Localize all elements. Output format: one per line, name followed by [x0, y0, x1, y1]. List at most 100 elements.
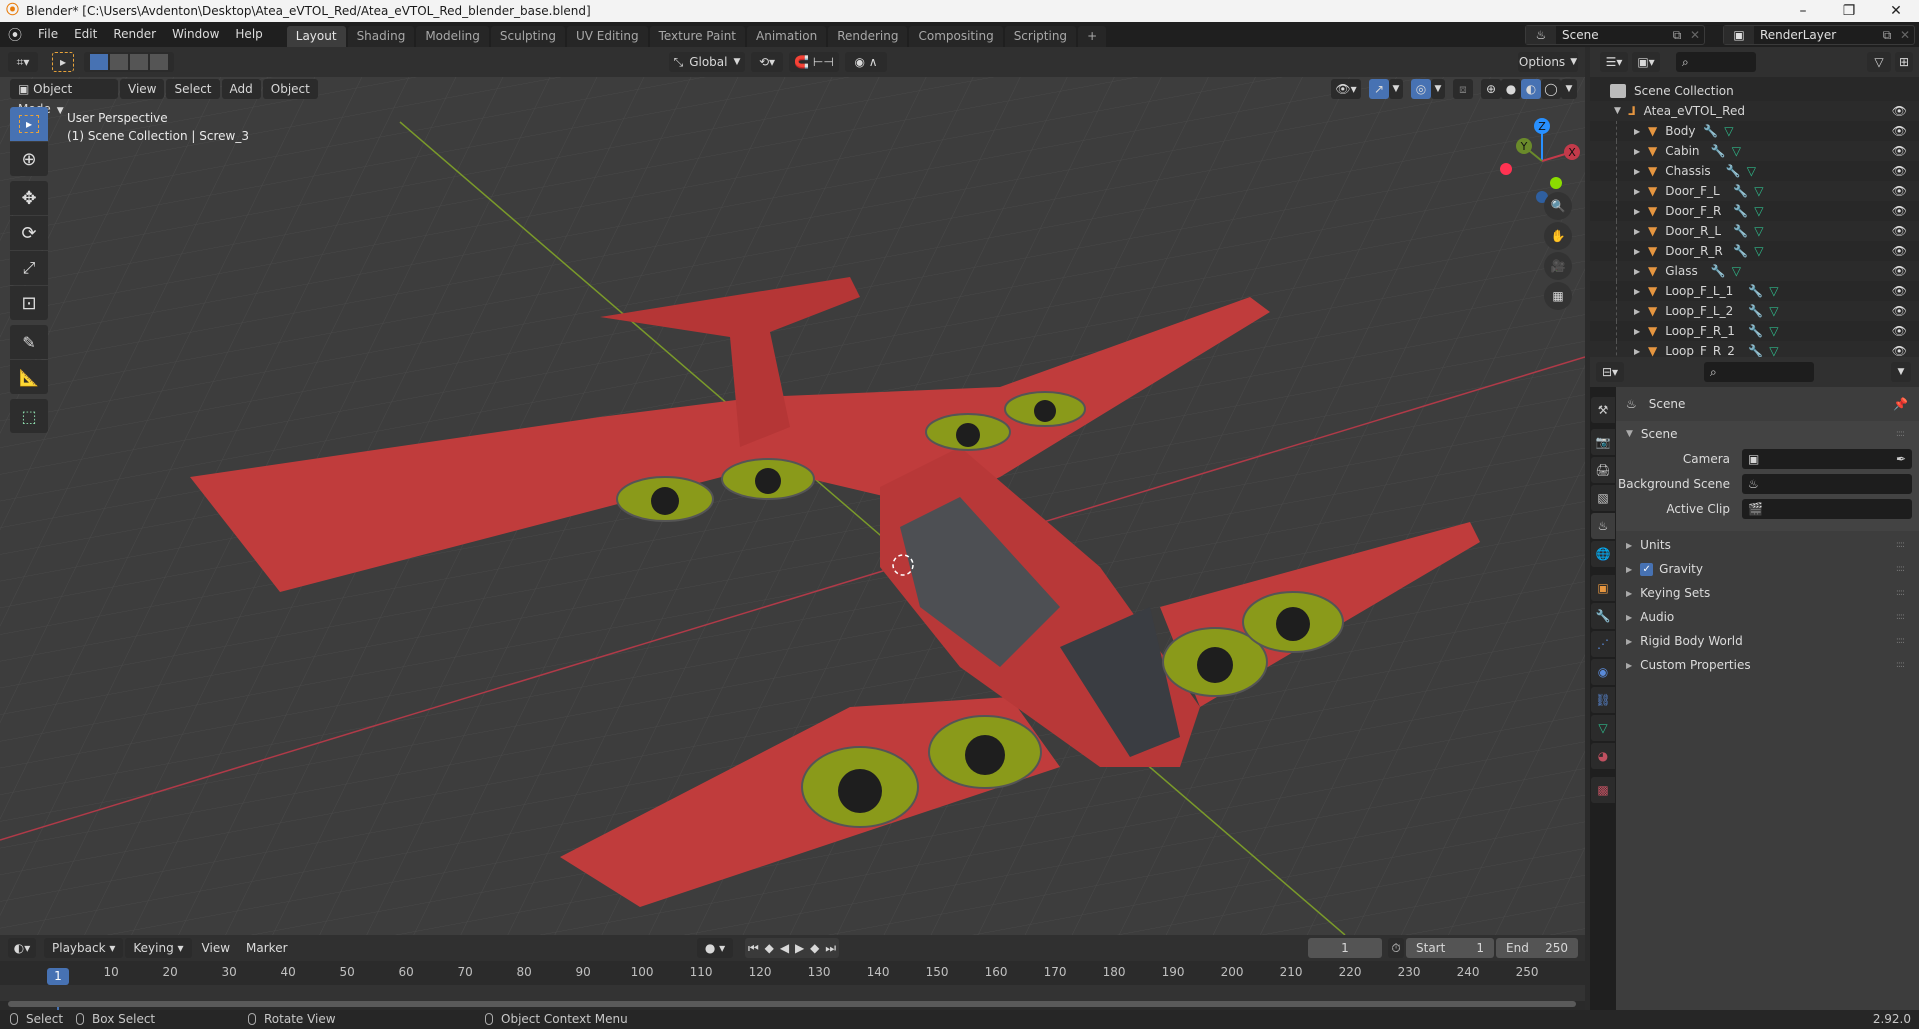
visibility-eye-icon[interactable]: 👁 — [1892, 184, 1907, 198]
copy-view-layer-icon[interactable]: ⧉ — [1878, 28, 1896, 43]
outliner-item[interactable]: ▶ ▼ Loop_F_L_1 🔧 ▽ 👁 — [1590, 281, 1919, 301]
select-extend-icon[interactable] — [110, 54, 128, 70]
outliner-item[interactable]: ▶ ▼ Door_R_L 🔧 ▽ 👁 — [1590, 221, 1919, 241]
visibility-eye-icon[interactable]: 👁 — [1892, 124, 1907, 138]
tool-transform[interactable]: ⊡ — [10, 286, 48, 320]
menu-file[interactable]: File — [30, 22, 66, 47]
expand-triangle-icon[interactable]: ▶ — [1634, 267, 1648, 276]
selection-mode-group[interactable] — [84, 52, 174, 72]
display-mode-dropdown[interactable]: ▣▾ — [1632, 52, 1660, 72]
select-tool-icon[interactable]: ▸ — [52, 52, 74, 72]
editor-type-button[interactable]: ⌗▾ — [8, 52, 38, 72]
tab-rendering[interactable]: Rendering — [828, 26, 908, 47]
modifier-wrench-icon[interactable]: 🔧 — [1748, 284, 1763, 298]
options-dropdown[interactable]: Options ▼ — [1518, 52, 1578, 72]
outliner-item[interactable]: ▶ ▼ Glass 🔧 ▽ 👁 — [1590, 261, 1919, 281]
tab-particles[interactable]: ⋰ — [1591, 631, 1615, 657]
visibility-eye-icon[interactable]: 👁 — [1892, 324, 1907, 338]
menu-select[interactable]: Select — [166, 79, 220, 99]
modifier-wrench-icon[interactable]: 🔧 — [1733, 244, 1748, 258]
menu-help[interactable]: Help — [227, 22, 270, 47]
visibility-eye-icon[interactable]: 👁 — [1892, 344, 1907, 358]
menu-edit[interactable]: Edit — [66, 22, 105, 47]
outliner-item[interactable]: ▶ ▼ Loop_F_L_2 🔧 ▽ 👁 — [1590, 301, 1919, 321]
outliner-item[interactable]: ▶ ▼ Door_F_R 🔧 ▽ 👁 — [1590, 201, 1919, 221]
mesh-data-icon[interactable]: ▽ — [1754, 204, 1763, 218]
drag-grip-icon[interactable]: :::: — [1896, 636, 1905, 646]
modifier-wrench-icon[interactable]: 🔧 — [1703, 124, 1718, 138]
properties-options-dropdown[interactable]: ▼ — [1891, 362, 1911, 382]
transform-orientation-dropdown[interactable]: ⤡ Global ▼ — [669, 52, 745, 72]
field-active-clip[interactable]: 🎬 — [1742, 499, 1912, 519]
pin-icon[interactable]: 📌 — [1893, 397, 1908, 411]
tab-shading[interactable]: Shading — [347, 26, 415, 47]
object-mode-dropdown[interactable]: ▣ Object Mode▼ — [10, 79, 118, 116]
mesh-data-icon[interactable]: ▽ — [1769, 324, 1778, 338]
modifier-wrench-icon[interactable]: 🔧 — [1733, 224, 1748, 238]
menu-add[interactable]: Add — [221, 79, 261, 99]
scene-panel-header[interactable]: ▼ Scene :::: — [1626, 423, 1912, 445]
field-camera[interactable]: ▣ ✒ — [1742, 449, 1912, 469]
tab-texture-paint[interactable]: Texture Paint — [649, 26, 745, 47]
visibility-eye-icon[interactable]: 👁 — [1892, 304, 1907, 318]
mesh-data-icon[interactable]: ▽ — [1732, 264, 1741, 278]
overlay-toggle[interactable]: ◎ — [1411, 79, 1431, 99]
mesh-data-icon[interactable]: ▽ — [1732, 144, 1741, 158]
pivot-point-dropdown[interactable]: ⟲▾ — [751, 52, 783, 72]
expand-triangle-icon[interactable]: ▶ — [1634, 167, 1648, 176]
drag-grip-icon[interactable]: :::: — [1896, 660, 1905, 670]
visibility-eye-icon[interactable]: 👁 — [1892, 104, 1907, 118]
gizmo-dropdown[interactable]: ▼ — [1389, 79, 1403, 99]
add-workspace-button[interactable]: + — [1078, 26, 1107, 47]
scene-selector[interactable]: ♨ Scene ⧉ ✕ — [1525, 25, 1705, 45]
visibility-eye-icon[interactable]: 👁 — [1892, 164, 1907, 178]
neg-x-axis-handle[interactable] — [1500, 163, 1512, 175]
overlay-dropdown[interactable]: ▼ — [1431, 79, 1445, 99]
tab-material[interactable]: ◕ — [1591, 743, 1615, 769]
pan-view-button[interactable]: ✋ — [1544, 222, 1572, 250]
tab-sculpting[interactable]: Sculpting — [490, 26, 565, 47]
solid-shading-button[interactable]: ● — [1501, 79, 1521, 99]
current-frame-field[interactable]: 1 — [1308, 938, 1382, 958]
properties-search[interactable]: ⌕ — [1704, 362, 1814, 382]
blender-menu-icon[interactable]: ⦿ — [0, 25, 30, 45]
tool-add-cube[interactable]: ⬚ — [10, 399, 48, 433]
drag-grip-icon[interactable]: :::: — [1896, 429, 1905, 439]
expand-triangle-icon[interactable]: ▶ — [1634, 307, 1648, 316]
rendered-shading-button[interactable]: ◯ — [1541, 79, 1561, 99]
tool-select-box[interactable]: ▸ — [10, 107, 48, 141]
camera-view-button[interactable]: 🎥 — [1544, 252, 1572, 280]
menu-keying[interactable]: Keying ▾ — [125, 938, 192, 958]
drag-grip-icon[interactable]: :::: — [1896, 612, 1905, 622]
mesh-data-icon[interactable]: ▽ — [1754, 224, 1763, 238]
select-invert-icon[interactable] — [150, 54, 168, 70]
menu-view[interactable]: View — [194, 936, 238, 961]
expand-triangle-icon[interactable]: ▶ — [1634, 287, 1648, 296]
mesh-data-icon[interactable]: ▽ — [1769, 284, 1778, 298]
mesh-data-icon[interactable]: ▽ — [1724, 124, 1733, 138]
xray-toggle[interactable]: ⧈ — [1453, 79, 1473, 99]
view-layer-name[interactable]: RenderLayer — [1754, 28, 1878, 42]
remove-view-layer-icon[interactable]: ✕ — [1896, 28, 1914, 42]
menu-render[interactable]: Render — [105, 22, 164, 47]
subpanel-custom-properties[interactable]: ▶ Custom Properties:::: — [1626, 654, 1912, 676]
drag-grip-icon[interactable]: :::: — [1896, 540, 1905, 550]
menu-marker[interactable]: Marker — [238, 936, 295, 961]
subpanel-units[interactable]: ▶ Units:::: — [1626, 534, 1912, 556]
tool-annotate[interactable]: ✎ — [10, 325, 48, 359]
modifier-wrench-icon[interactable]: 🔧 — [1733, 204, 1748, 218]
new-collection-button[interactable]: ⊞ — [1895, 52, 1913, 72]
outliner-search[interactable]: ⌕ — [1676, 52, 1756, 72]
tab-physics[interactable]: ◉ — [1591, 659, 1615, 685]
tab-modeling[interactable]: Modeling — [416, 26, 489, 47]
view-layer-selector[interactable]: ▣ RenderLayer ⧉ ✕ — [1723, 25, 1915, 45]
modifier-wrench-icon[interactable]: 🔧 — [1733, 184, 1748, 198]
outliner-item[interactable]: ▶ ▼ Door_F_L 🔧 ▽ 👁 — [1590, 181, 1919, 201]
subpanel-rigid-body-world[interactable]: ▶ Rigid Body World:::: — [1626, 630, 1912, 652]
start-frame-field[interactable]: Start 1 — [1406, 938, 1494, 958]
tool-cursor[interactable]: ⊕ — [10, 142, 48, 176]
expand-triangle-icon[interactable]: ▶ — [1634, 127, 1648, 136]
shading-dropdown[interactable]: ▼ — [1561, 79, 1577, 99]
wireframe-shading-button[interactable]: ⊕ — [1481, 79, 1501, 99]
outliner-item[interactable]: ▶ ▼ Chassis 🔧 ▽ 👁 — [1590, 161, 1919, 181]
